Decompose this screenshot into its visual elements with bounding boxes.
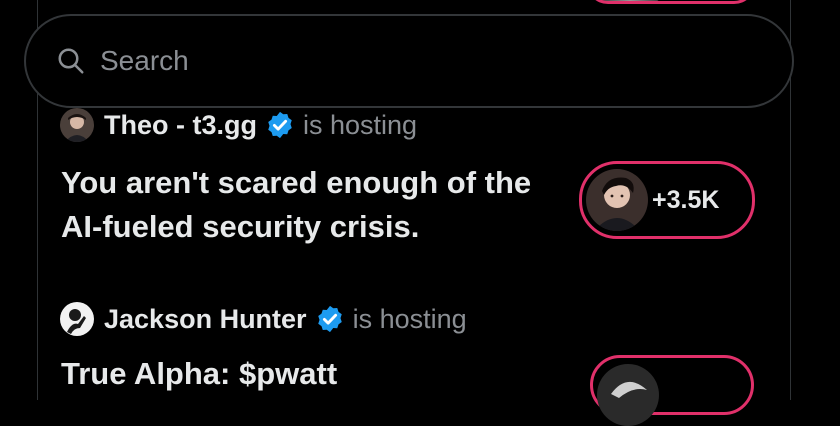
host-name[interactable]: Jackson Hunter bbox=[104, 304, 307, 335]
listener-count-pill[interactable] bbox=[590, 355, 754, 426]
space-host-line: Theo - t3.gg is hosting bbox=[60, 108, 417, 142]
space-title[interactable]: True Alpha: $pwatt bbox=[61, 352, 541, 396]
listener-count: +3.5K bbox=[652, 185, 720, 214]
hosting-label: is hosting bbox=[352, 303, 467, 334]
space-host-line: Jackson Hunter is hosting bbox=[60, 302, 467, 336]
host-name[interactable]: Theo - t3.gg bbox=[104, 110, 257, 141]
listener-count-pill[interactable]: +3.5K bbox=[579, 161, 755, 239]
previous-space-listener-pill-partial[interactable] bbox=[586, 0, 756, 4]
hosting-label: is hosting bbox=[302, 109, 418, 140]
verified-badge-icon bbox=[268, 111, 292, 139]
speaker-avatar bbox=[586, 169, 648, 231]
verified-badge-icon bbox=[317, 305, 342, 333]
search-input[interactable] bbox=[98, 44, 702, 78]
search-icon bbox=[58, 48, 84, 74]
space-title[interactable]: You aren't scared enough of the AI-fuele… bbox=[61, 161, 541, 249]
search-bar[interactable] bbox=[24, 14, 794, 108]
speaker-avatar bbox=[597, 364, 659, 426]
host-avatar[interactable] bbox=[60, 108, 94, 142]
host-avatar[interactable] bbox=[60, 302, 94, 336]
